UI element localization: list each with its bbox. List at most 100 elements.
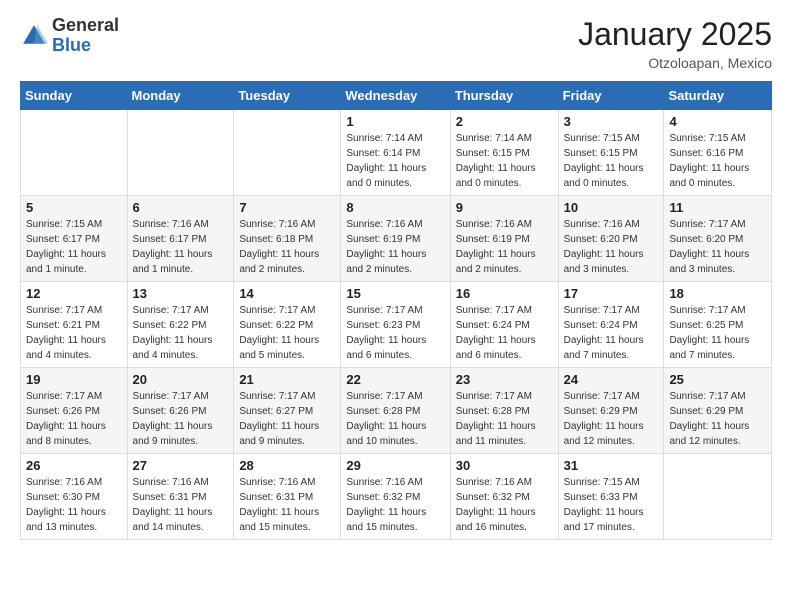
day-number: 21 — [239, 372, 335, 387]
day-info: Sunrise: 7:17 AMSunset: 6:27 PMDaylight:… — [239, 389, 335, 449]
day-number: 13 — [133, 286, 229, 301]
table-row: 9 Sunrise: 7:16 AMSunset: 6:19 PMDaylight… — [450, 196, 558, 282]
table-row — [664, 454, 772, 540]
table-row: 28 Sunrise: 7:16 AMSunset: 6:31 PMDayligh… — [234, 454, 341, 540]
table-row: 25Sunrise: 7:17 AMSunset: 6:29 PMDayligh… — [664, 368, 772, 454]
table-row: 16Sunrise: 7:17 AMSunset: 6:24 PMDayligh… — [450, 282, 558, 368]
day-number: 14 — [239, 286, 335, 301]
logo-general: General — [52, 15, 119, 35]
calendar-week-row: 12 Sunrise: 7:17 AMSunset: 6:21 PMDayligh… — [21, 282, 772, 368]
header: General Blue January 2025 Otzoloapan, Me… — [20, 16, 772, 71]
day-info: Sunrise: 7:14 AMSunset: 6:14 PMDaylight:… — [346, 131, 444, 191]
day-info: Sunrise: 7:17 AMSunset: 6:21 PMDaylight:… — [26, 303, 122, 363]
logo-icon — [20, 22, 48, 50]
day-number: 9 — [456, 200, 553, 215]
day-number: 1 — [346, 114, 444, 129]
table-row — [21, 110, 128, 196]
table-row: 29 Sunrise: 7:16 AMSunset: 6:32 PMDayligh… — [341, 454, 450, 540]
day-info: Sunrise: 7:16 AMSunset: 6:20 PMDaylight:… — [564, 217, 659, 277]
day-number: 11 — [669, 200, 766, 215]
day-number: 3 — [564, 114, 659, 129]
col-saturday: Saturday — [664, 82, 772, 110]
table-row: 13 Sunrise: 7:17 AMSunset: 6:22 PMDayligh… — [127, 282, 234, 368]
day-info: Sunrise: 7:16 AMSunset: 6:31 PMDaylight:… — [239, 475, 335, 535]
calendar-header-row: Sunday Monday Tuesday Wednesday Thursday… — [21, 82, 772, 110]
calendar-table: Sunday Monday Tuesday Wednesday Thursday… — [20, 81, 772, 540]
day-info: Sunrise: 7:17 AMSunset: 6:28 PMDaylight:… — [346, 389, 444, 449]
day-number: 30 — [456, 458, 553, 473]
day-number: 29 — [346, 458, 444, 473]
table-row: 26 Sunrise: 7:16 AMSunset: 6:30 PMDayligh… — [21, 454, 128, 540]
day-info: Sunrise: 7:16 AMSunset: 6:18 PMDaylight:… — [239, 217, 335, 277]
day-info: Sunrise: 7:17 AMSunset: 6:26 PMDaylight:… — [133, 389, 229, 449]
day-info: Sunrise: 7:16 AMSunset: 6:17 PMDaylight:… — [133, 217, 229, 277]
table-row: 10Sunrise: 7:16 AMSunset: 6:20 PMDayligh… — [558, 196, 664, 282]
title-block: January 2025 Otzoloapan, Mexico — [578, 16, 772, 71]
table-row: 18 Sunrise: 7:17 AMSunset: 6:25 PMDayligh… — [664, 282, 772, 368]
day-number: 7 — [239, 200, 335, 215]
day-info: Sunrise: 7:16 AMSunset: 6:19 PMDaylight:… — [346, 217, 444, 277]
month-title: January 2025 — [578, 16, 772, 53]
day-number: 5 — [26, 200, 122, 215]
table-row: 1 Sunrise: 7:14 AMSunset: 6:14 PMDaylight… — [341, 110, 450, 196]
table-row — [234, 110, 341, 196]
day-info: Sunrise: 7:17 AMSunset: 6:25 PMDaylight:… — [669, 303, 766, 363]
day-info: Sunrise: 7:15 AMSunset: 6:15 PMDaylight:… — [564, 131, 659, 191]
col-monday: Monday — [127, 82, 234, 110]
day-number: 17 — [564, 286, 659, 301]
table-row: 8Sunrise: 7:16 AMSunset: 6:19 PMDaylight… — [341, 196, 450, 282]
day-number: 4 — [669, 114, 766, 129]
day-info: Sunrise: 7:15 AMSunset: 6:33 PMDaylight:… — [564, 475, 659, 535]
day-number: 2 — [456, 114, 553, 129]
col-friday: Friday — [558, 82, 664, 110]
calendar-week-row: 26 Sunrise: 7:16 AMSunset: 6:30 PMDayligh… — [21, 454, 772, 540]
table-row: 24Sunrise: 7:17 AMSunset: 6:29 PMDayligh… — [558, 368, 664, 454]
day-info: Sunrise: 7:17 AMSunset: 6:20 PMDaylight:… — [669, 217, 766, 277]
table-row: 14 Sunrise: 7:17 AMSunset: 6:22 PMDayligh… — [234, 282, 341, 368]
day-number: 26 — [26, 458, 122, 473]
day-number: 25 — [669, 372, 766, 387]
table-row: 27Sunrise: 7:16 AMSunset: 6:31 PMDayligh… — [127, 454, 234, 540]
day-info: Sunrise: 7:16 AMSunset: 6:19 PMDaylight:… — [456, 217, 553, 277]
table-row: 17 Sunrise: 7:17 AMSunset: 6:24 PMDayligh… — [558, 282, 664, 368]
logo-blue: Blue — [52, 35, 91, 55]
day-info: Sunrise: 7:17 AMSunset: 6:26 PMDaylight:… — [26, 389, 122, 449]
calendar-week-row: 1 Sunrise: 7:14 AMSunset: 6:14 PMDaylight… — [21, 110, 772, 196]
day-info: Sunrise: 7:17 AMSunset: 6:28 PMDaylight:… — [456, 389, 553, 449]
col-thursday: Thursday — [450, 82, 558, 110]
day-number: 23 — [456, 372, 553, 387]
table-row: 3 Sunrise: 7:15 AMSunset: 6:15 PMDaylight… — [558, 110, 664, 196]
day-info: Sunrise: 7:16 AMSunset: 6:32 PMDaylight:… — [456, 475, 553, 535]
day-number: 31 — [564, 458, 659, 473]
day-number: 15 — [346, 286, 444, 301]
day-info: Sunrise: 7:15 AMSunset: 6:16 PMDaylight:… — [669, 131, 766, 191]
logo-text: General Blue — [52, 16, 119, 56]
day-number: 20 — [133, 372, 229, 387]
table-row: 19 Sunrise: 7:17 AMSunset: 6:26 PMDayligh… — [21, 368, 128, 454]
col-sunday: Sunday — [21, 82, 128, 110]
day-info: Sunrise: 7:17 AMSunset: 6:23 PMDaylight:… — [346, 303, 444, 363]
day-number: 19 — [26, 372, 122, 387]
calendar-week-row: 19 Sunrise: 7:17 AMSunset: 6:26 PMDayligh… — [21, 368, 772, 454]
table-row: 2Sunrise: 7:14 AMSunset: 6:15 PMDaylight… — [450, 110, 558, 196]
day-info: Sunrise: 7:17 AMSunset: 6:22 PMDaylight:… — [133, 303, 229, 363]
table-row: 31 Sunrise: 7:15 AMSunset: 6:33 PMDayligh… — [558, 454, 664, 540]
table-row: 20 Sunrise: 7:17 AMSunset: 6:26 PMDayligh… — [127, 368, 234, 454]
table-row: 6Sunrise: 7:16 AMSunset: 6:17 PMDaylight… — [127, 196, 234, 282]
table-row — [127, 110, 234, 196]
day-number: 24 — [564, 372, 659, 387]
day-number: 28 — [239, 458, 335, 473]
day-number: 12 — [26, 286, 122, 301]
table-row: 23 Sunrise: 7:17 AMSunset: 6:28 PMDayligh… — [450, 368, 558, 454]
day-info: Sunrise: 7:17 AMSunset: 6:22 PMDaylight:… — [239, 303, 335, 363]
day-info: Sunrise: 7:16 AMSunset: 6:32 PMDaylight:… — [346, 475, 444, 535]
day-number: 22 — [346, 372, 444, 387]
day-info: Sunrise: 7:17 AMSunset: 6:24 PMDaylight:… — [564, 303, 659, 363]
day-info: Sunrise: 7:16 AMSunset: 6:30 PMDaylight:… — [26, 475, 122, 535]
logo: General Blue — [20, 16, 119, 56]
table-row: 5Sunrise: 7:15 AMSunset: 6:17 PMDaylight… — [21, 196, 128, 282]
day-number: 16 — [456, 286, 553, 301]
table-row: 4 Sunrise: 7:15 AMSunset: 6:16 PMDaylight… — [664, 110, 772, 196]
day-number: 18 — [669, 286, 766, 301]
page: General Blue January 2025 Otzoloapan, Me… — [0, 0, 792, 612]
